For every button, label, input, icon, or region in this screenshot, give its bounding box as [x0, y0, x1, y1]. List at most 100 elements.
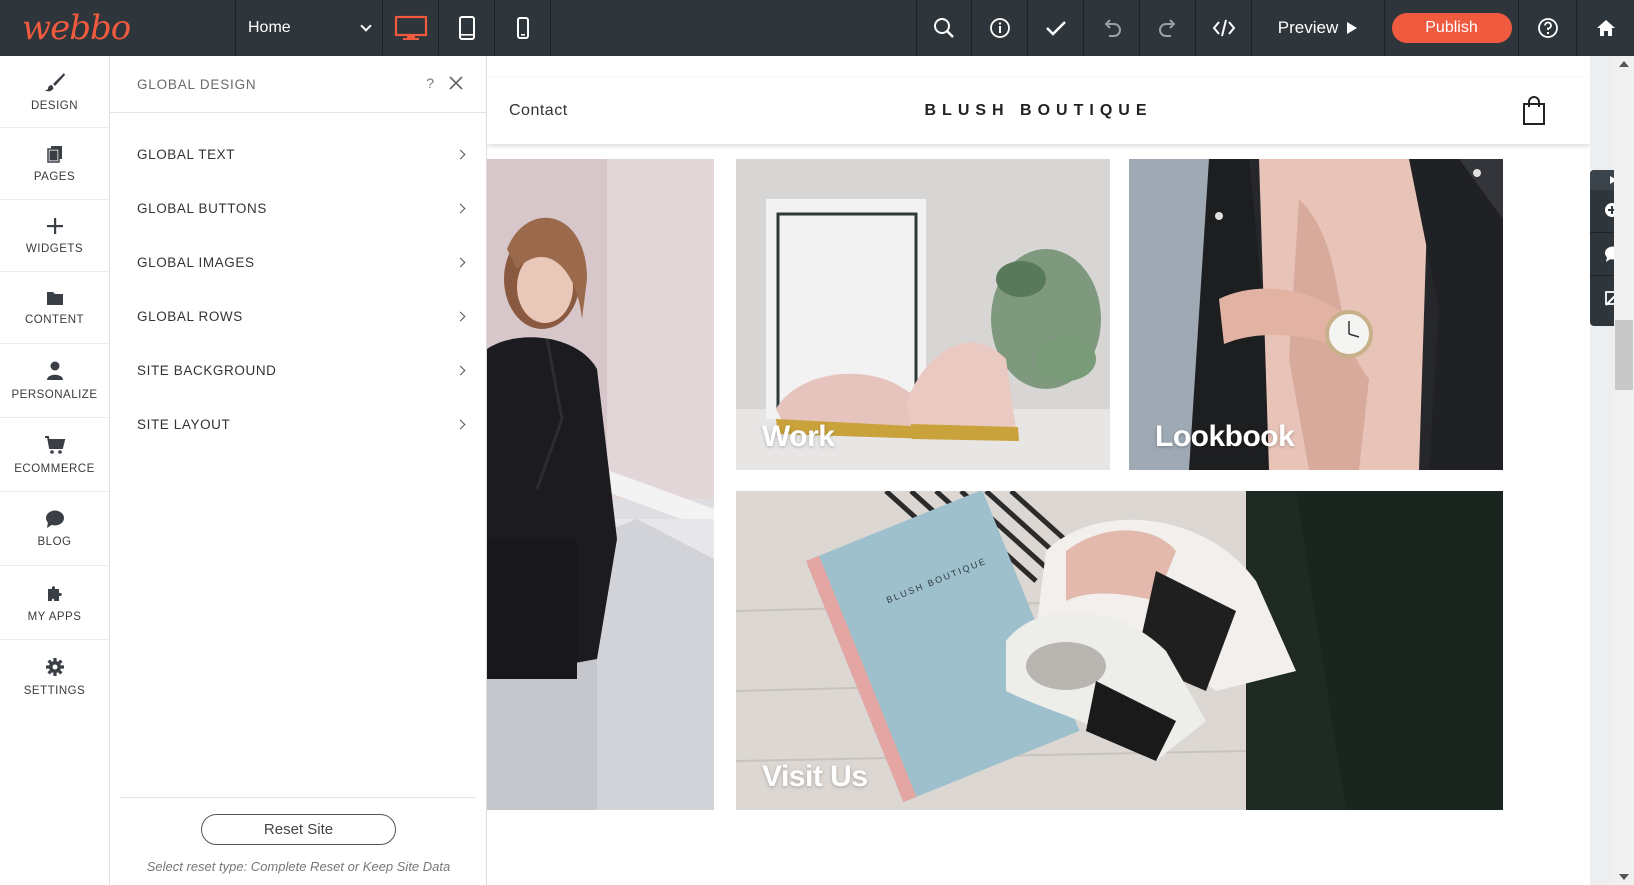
panel-item-global-images[interactable]: GLOBAL IMAGES	[110, 235, 486, 289]
rail-label-ecommerce: ECOMMERCE	[14, 462, 95, 475]
chevron-right-icon	[455, 203, 466, 213]
scrollbar-track[interactable]	[1614, 56, 1634, 885]
rail-item-pages[interactable]: PAGES	[0, 128, 109, 200]
site-canvas[interactable]: Contact BLUSH BOUTIQUE Work Lookbook BLU…	[487, 56, 1590, 885]
search-button[interactable]	[916, 0, 972, 56]
panel-item-global-rows[interactable]: GLOBAL ROWS	[110, 289, 486, 343]
help-button[interactable]	[1519, 0, 1577, 56]
mobile-icon	[516, 17, 529, 39]
image-tile-portrait[interactable]	[487, 159, 714, 810]
rail-label-blog: BLOG	[37, 535, 72, 548]
gear-icon	[45, 658, 64, 676]
scroll-down-arrow-icon[interactable]	[1614, 871, 1634, 883]
page-selector[interactable]: Home	[236, 0, 383, 56]
rail-label-widgets: WIDGETS	[25, 242, 84, 255]
chevron-right-icon	[455, 365, 466, 375]
play-icon	[1347, 22, 1358, 34]
left-rail: DESIGN PAGES WIDGETS CONTENT PERSONALIZE…	[0, 56, 110, 885]
preview-label: Preview	[1277, 18, 1339, 37]
code-icon	[1212, 19, 1235, 37]
panel-item-global-buttons[interactable]: GLOBAL BUTTONS	[110, 181, 486, 235]
top-toolbar: webbo Home Preview Publish	[0, 0, 1634, 56]
publish-button[interactable]: Publish	[1391, 13, 1512, 43]
rail-item-settings[interactable]: SETTINGS	[0, 640, 109, 714]
rail-item-widgets[interactable]: WIDGETS	[0, 200, 109, 272]
rail-label-personalize: PERSONALIZE	[11, 388, 98, 401]
redo-icon	[1158, 19, 1175, 37]
pages-icon	[46, 145, 62, 163]
tile-label-visit-us: Visit Us	[762, 760, 868, 793]
chat-bubble-icon	[45, 510, 64, 528]
panel-title: GLOBAL DESIGN	[137, 76, 257, 92]
panel-item-label: SITE BACKGROUND	[137, 362, 277, 378]
undo-button[interactable]	[1084, 0, 1140, 56]
checkmark-icon	[1045, 21, 1066, 36]
shopping-bag-icon[interactable]	[1522, 96, 1546, 126]
brush-icon	[44, 72, 65, 91]
panel-item-label: GLOBAL IMAGES	[137, 254, 255, 270]
chevron-right-icon	[455, 311, 466, 321]
rail-item-content[interactable]: CONTENT	[0, 272, 109, 344]
image-tile-visit-us[interactable]: BLUSH BOUTIQUE Visit Us	[736, 491, 1503, 810]
search-icon	[934, 18, 954, 38]
panel-item-site-background[interactable]: SITE BACKGROUND	[110, 343, 486, 397]
desktop-icon	[394, 15, 427, 40]
panel-item-site-layout[interactable]: SITE LAYOUT	[110, 397, 486, 451]
plus-icon	[46, 217, 63, 234]
site-header[interactable]: Contact BLUSH BOUTIQUE	[487, 78, 1590, 144]
reset-site-button[interactable]: Reset Site	[201, 814, 396, 845]
person-icon	[46, 361, 63, 380]
tablet-icon	[458, 16, 475, 40]
home-button[interactable]	[1577, 0, 1634, 56]
panel-item-label: GLOBAL BUTTONS	[137, 200, 267, 216]
rail-label-pages: PAGES	[33, 170, 76, 183]
preview-button[interactable]: Preview	[1252, 0, 1385, 56]
panel-item-label: GLOBAL TEXT	[137, 146, 236, 162]
panel-footer-divider	[120, 797, 476, 798]
chevron-down-icon	[360, 20, 372, 32]
rail-label-content: CONTENT	[24, 313, 85, 326]
tile-label-work: Work	[762, 420, 835, 453]
close-icon[interactable]	[446, 73, 466, 93]
rail-item-my-apps[interactable]: MY APPS	[0, 566, 109, 640]
image-tile-work[interactable]: Work	[736, 159, 1110, 470]
tablet-view-button[interactable]	[439, 0, 495, 56]
panel-help-icon[interactable]: ?	[426, 75, 434, 91]
scrollbar-thumb[interactable]	[1615, 320, 1633, 390]
global-design-panel: GLOBAL DESIGN ? GLOBAL TEXT GLOBAL BUTTO…	[110, 56, 487, 885]
home-icon	[1596, 20, 1615, 36]
cart-icon	[44, 435, 65, 454]
tile-label-lookbook: Lookbook	[1155, 420, 1295, 453]
panel-header: GLOBAL DESIGN ?	[110, 56, 486, 113]
rail-item-ecommerce[interactable]: ECOMMERCE	[0, 418, 109, 492]
check-button[interactable]	[1028, 0, 1084, 56]
puzzle-icon	[47, 585, 62, 601]
panel-menu: GLOBAL TEXT GLOBAL BUTTONS GLOBAL IMAGES…	[110, 113, 486, 451]
webbo-logo[interactable]: webbo	[0, 0, 236, 56]
scroll-up-arrow-icon[interactable]	[1614, 58, 1634, 70]
code-button[interactable]	[1196, 0, 1252, 56]
portrait-image	[487, 159, 714, 810]
redo-button[interactable]	[1140, 0, 1196, 56]
panel-item-label: SITE LAYOUT	[137, 416, 231, 432]
panel-item-label: GLOBAL ROWS	[137, 308, 243, 324]
reset-note: Select reset type: Complete Reset or Kee…	[146, 859, 451, 874]
rail-label-settings: SETTINGS	[23, 685, 86, 697]
chevron-right-icon	[455, 149, 466, 159]
info-button[interactable]	[972, 0, 1028, 56]
panel-item-global-text[interactable]: GLOBAL TEXT	[110, 127, 486, 181]
site-brand[interactable]: BLUSH BOUTIQUE	[487, 102, 1590, 120]
image-tile-lookbook[interactable]: Lookbook	[1129, 159, 1503, 470]
question-icon	[1537, 18, 1558, 38]
info-icon	[989, 18, 1010, 38]
rail-item-blog[interactable]: BLOG	[0, 492, 109, 566]
rail-item-design[interactable]: DESIGN	[0, 56, 109, 128]
undo-icon	[1104, 19, 1121, 37]
rail-label-design: DESIGN	[30, 99, 79, 112]
desktop-view-button[interactable]	[383, 0, 439, 56]
mobile-view-button[interactable]	[495, 0, 551, 56]
folder-icon	[46, 291, 63, 305]
chevron-right-icon	[455, 257, 466, 267]
rail-item-personalize[interactable]: PERSONALIZE	[0, 344, 109, 418]
publish-area: Publish	[1385, 0, 1519, 56]
